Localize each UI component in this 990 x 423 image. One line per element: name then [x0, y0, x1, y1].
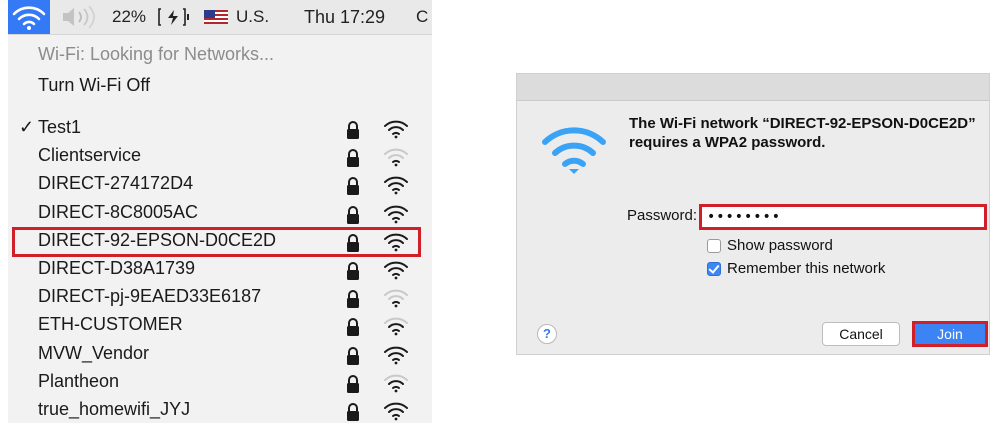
network-item[interactable]: MVW_Vendor: [8, 341, 432, 369]
lock-icon: [345, 176, 361, 196]
lock-icon: [345, 148, 361, 168]
wifi-signal-icon: [383, 147, 409, 167]
wifi-icon: [12, 6, 46, 30]
highlight-annotation: [12, 227, 421, 257]
volume-button[interactable]: [60, 0, 100, 34]
network-item[interactable]: DIRECT-8C8005AC: [8, 200, 432, 228]
network-item[interactable]: true_homewifi_JYJ: [8, 397, 432, 423]
network-name: Clientservice: [38, 145, 142, 166]
join-button[interactable]: Join: [912, 321, 988, 347]
wifi-signal-icon: [383, 204, 409, 224]
network-name: Test1: [38, 117, 82, 137]
cancel-button[interactable]: Cancel: [822, 322, 900, 346]
wifi-signal-icon: [383, 288, 409, 308]
network-item[interactable]: DIRECT-274172D4: [8, 171, 432, 199]
us-flag-icon: [204, 10, 228, 24]
show-password-checkbox[interactable]: [707, 239, 721, 253]
dialog-message: The Wi-Fi network “DIRECT-92-EPSON-D0CE2…: [629, 115, 976, 151]
battery-button[interactable]: [156, 0, 194, 34]
lock-icon: [345, 289, 361, 309]
wifi-signal-icon: [383, 401, 409, 421]
show-password-label: Show password: [727, 237, 833, 254]
lock-icon: [345, 346, 361, 366]
wifi-signal-icon: [383, 345, 409, 365]
lock-icon: [345, 317, 361, 337]
partial-menubar-item[interactable]: C: [416, 0, 428, 34]
network-item[interactable]: ✓ Test1: [8, 115, 432, 143]
network-name: true_homewifi_JYJ: [38, 399, 191, 419]
wifi-signal-icon: [383, 373, 409, 393]
clock[interactable]: Thu 17:29: [304, 0, 385, 34]
speaker-icon: [63, 5, 95, 29]
checkmark-icon: ✓: [19, 117, 35, 137]
remember-network-checkbox[interactable]: [707, 262, 721, 276]
wifi-status: Wi-Fi: Looking for Networks...: [38, 44, 275, 64]
lock-icon: [345, 402, 361, 422]
wifi-signal-icon: [383, 175, 409, 195]
wifi-icon: [542, 127, 606, 174]
wifi-signal-icon: [383, 260, 409, 280]
network-item[interactable]: DIRECT-pj-9EAED33E6187: [8, 284, 432, 312]
menu-bar: 22% U.S. Thu 17:29 C: [8, 0, 432, 35]
lock-icon: [345, 374, 361, 394]
network-item[interactable]: DIRECT-D38A1739: [8, 256, 432, 284]
lock-icon: [345, 120, 361, 140]
wifi-signal-icon: [383, 316, 409, 336]
network-name: DIRECT-D38A1739: [38, 258, 196, 278]
network-name: ETH-CUSTOMER: [38, 314, 183, 335]
network-item[interactable]: ETH-CUSTOMER: [8, 312, 432, 340]
network-name: DIRECT-pj-9EAED33E6187: [38, 286, 262, 307]
wifi-signal-icon: [383, 119, 409, 139]
lock-icon: [345, 205, 361, 225]
dialog-titlebar: [517, 74, 989, 101]
remember-network-label: Remember this network: [727, 260, 886, 277]
wifi-password-dialog: The Wi-Fi network “DIRECT-92-EPSON-D0CE2…: [516, 73, 990, 355]
battery-charging-icon: [158, 8, 189, 26]
password-label: Password:: [627, 207, 698, 224]
network-name: MVW_Vendor: [38, 342, 150, 363]
password-field[interactable]: ••••••••: [699, 204, 987, 230]
help-button[interactable]: ?: [537, 324, 557, 344]
network-name: Plantheon: [38, 370, 120, 391]
input-source-label: U.S.: [236, 7, 270, 26]
turn-wifi-off-item[interactable]: Turn Wi-Fi Off: [38, 75, 150, 96]
network-item[interactable]: Plantheon: [8, 369, 432, 397]
wifi-menu-button[interactable]: [8, 0, 50, 34]
wifi-menu-panel: 22% U.S. Thu 17:29 C Wi-Fi: Looking for …: [8, 0, 432, 423]
network-item[interactable]: Clientservice: [8, 143, 432, 171]
network-name: DIRECT-274172D4: [38, 173, 194, 194]
battery-percent: 22%: [112, 7, 147, 26]
network-name: DIRECT-8C8005AC: [38, 201, 199, 222]
lock-icon: [345, 261, 361, 281]
